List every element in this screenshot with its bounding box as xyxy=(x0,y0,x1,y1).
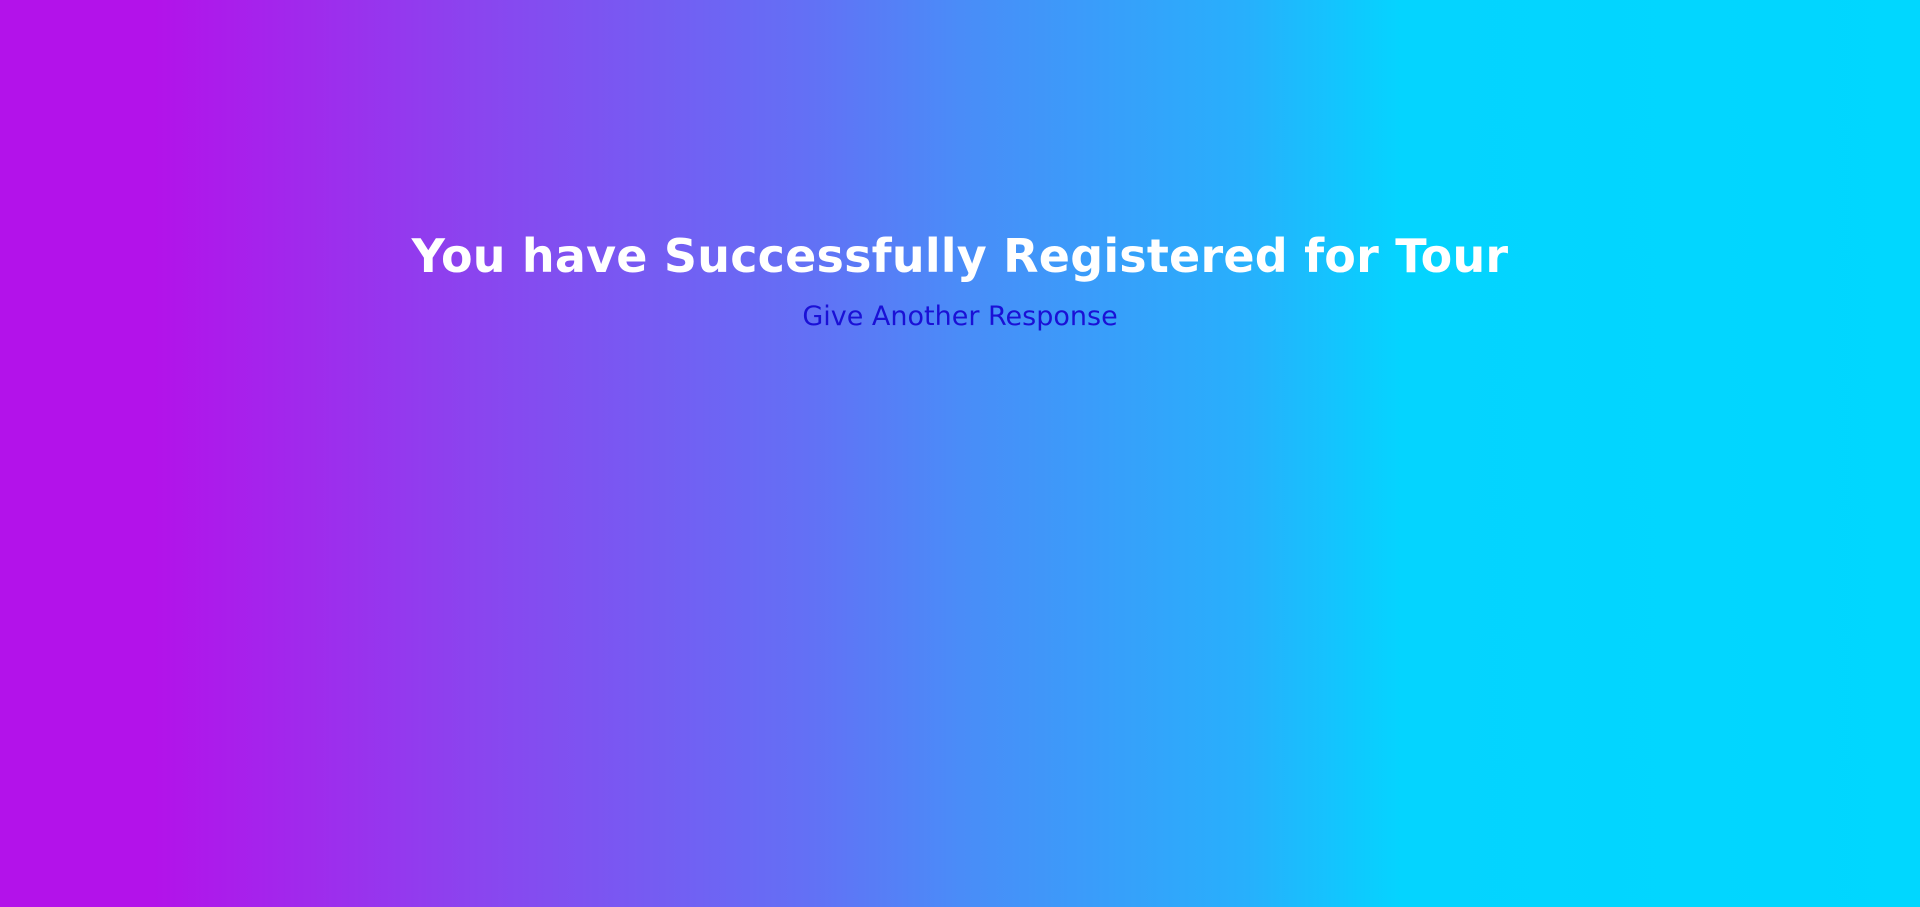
confirmation-page: You have Successfully Registered for Tou… xyxy=(0,0,1920,907)
success-headline: You have Successfully Registered for Tou… xyxy=(411,229,1509,283)
give-another-response-link[interactable]: Give Another Response xyxy=(802,300,1117,334)
confirmation-content: You have Successfully Registered for Tou… xyxy=(0,226,1920,334)
